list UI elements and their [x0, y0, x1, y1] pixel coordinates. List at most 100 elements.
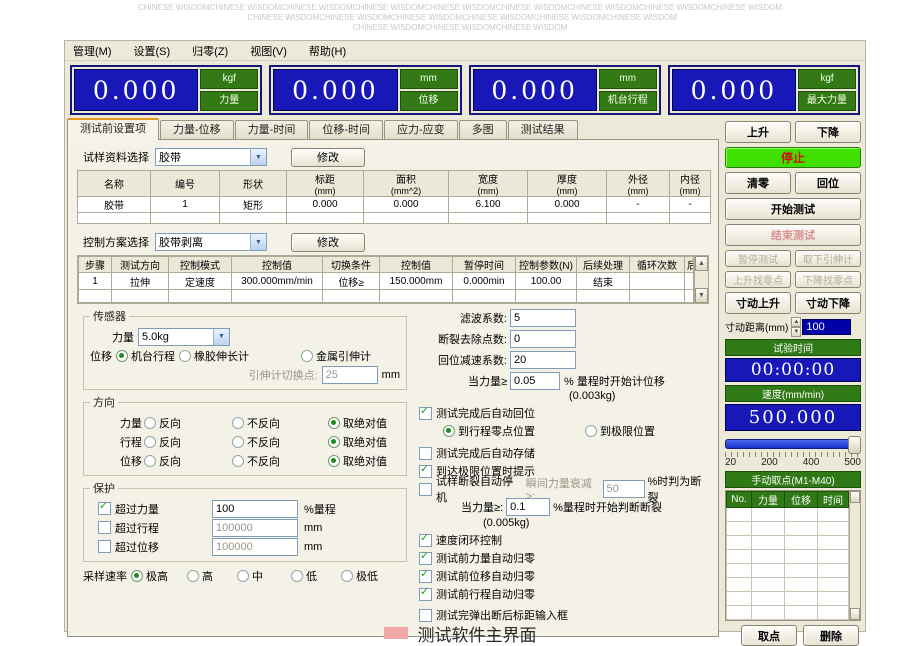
radio-rate-high[interactable]: 高 [187, 568, 233, 584]
return-decel-input[interactable] [510, 350, 576, 369]
radio-label: 到行程零点位置 [458, 426, 535, 438]
radio-rate-very-high[interactable]: 极高 [131, 568, 183, 584]
manual-table-empty-row [726, 591, 849, 606]
down-button[interactable]: 下降 [795, 121, 861, 143]
radio-label: 反向 [159, 455, 181, 468]
slider-track[interactable] [725, 439, 861, 449]
break-remove-input[interactable] [510, 329, 576, 348]
checkbox-over-stroke[interactable]: 超过行程 [98, 520, 208, 536]
force-label-badge: 力量 [200, 91, 259, 111]
sample-select-combo[interactable]: 胶带 ▼ [155, 148, 267, 166]
radio-disp-absolute[interactable]: 取绝对值 [328, 453, 387, 469]
slider-thumb[interactable] [848, 436, 861, 454]
checkbox-over-disp[interactable]: 超过位移 [98, 539, 208, 555]
spin-down-icon[interactable]: ▼ [791, 326, 802, 337]
menu-help[interactable]: 帮助(H) [309, 43, 346, 59]
checkbox-zero-stroke[interactable]: 测试前行程自动归零 [419, 586, 535, 602]
radio-force-reverse[interactable]: 反向 [144, 415, 228, 431]
radio-stroke-reverse[interactable]: 反向 [144, 434, 228, 450]
radio-stroke-no-reverse[interactable]: 不反向 [232, 434, 324, 450]
disp-start-input[interactable] [510, 371, 560, 390]
radio-metal-extensometer[interactable]: 金属引伸计 [301, 348, 371, 364]
return-button[interactable]: 回位 [795, 171, 861, 194]
checkbox-icon [419, 533, 432, 547]
over-force-unit: %量程 [304, 503, 336, 516]
scroll-up-icon[interactable]: ▲ [695, 256, 708, 271]
menu-manage[interactable]: 管理(M) [73, 43, 112, 59]
up-button[interactable]: 上升 [725, 121, 791, 143]
break-stop-input[interactable] [602, 480, 645, 498]
checkbox-auto-return[interactable]: 测试完成后自动回位 [419, 405, 535, 421]
jog-distance-input[interactable]: 100 [802, 318, 852, 335]
radio-machine-stroke[interactable]: 机台行程 [116, 348, 175, 364]
checkbox-speed-loop[interactable]: 速度闭环控制 [419, 532, 502, 548]
menu-zero[interactable]: 归零(Z) [192, 43, 228, 59]
sample-table-row[interactable]: 胶带 1 矩形 0.000 0.000 6.100 0.000 - - [77, 196, 711, 213]
radio-label: 取绝对值 [343, 417, 387, 430]
tab-pretest-settings[interactable]: 测试前设置项 [67, 118, 159, 140]
start-test-button[interactable]: 开始测试 [725, 197, 861, 220]
radio-stroke-absolute[interactable]: 取绝对值 [328, 434, 387, 450]
extensometer-switch-input[interactable] [321, 365, 378, 384]
up-find-zero-button[interactable]: 上升找零点 [725, 270, 791, 288]
col-time: 时间 [817, 491, 849, 508]
menu-settings[interactable]: 设置(S) [134, 43, 171, 59]
clear-zero-button[interactable]: 清零 [725, 171, 791, 194]
radio-disp-reverse[interactable]: 反向 [144, 453, 228, 469]
scheme-table-row[interactable]: 1 拉伸 定速度 300.000mm/min 位移≥ 150.000mm 0.0… [78, 272, 695, 290]
radio-disp-no-reverse[interactable]: 不反向 [232, 453, 324, 469]
scheme-table-scrollbar[interactable]: ▲ ▼ [694, 256, 708, 303]
radio-to-zero-position[interactable]: 到行程零点位置 [443, 423, 559, 439]
over-force-input[interactable] [212, 499, 298, 518]
scroll-down-icon[interactable]: ▼ [695, 288, 708, 303]
manual-table-scrollbar[interactable] [849, 491, 860, 620]
stop-button[interactable]: 停止 [725, 147, 861, 168]
tab-stress-strain[interactable]: 应力-应变 [384, 120, 458, 139]
chevron-down-icon: ▼ [213, 328, 229, 345]
over-stroke-input[interactable] [212, 518, 298, 537]
control-panel: 上升 下降 停止 清零 回位 开始测试 结束测试 暂停测试 取下引伸计 上升找零… [719, 118, 865, 646]
down-find-zero-button[interactable]: 下降找零点 [795, 270, 861, 288]
spin-up-icon[interactable]: ▲ [791, 316, 802, 327]
scheme-select-combo[interactable]: 胶带剥离 ▼ [155, 233, 267, 251]
jog-distance-spinner[interactable]: ▲ ▼ [791, 316, 802, 337]
force-sensor-combo[interactable]: 5.0kg ▼ [138, 327, 230, 346]
radio-force-absolute[interactable]: 取绝对值 [328, 415, 387, 431]
radio-to-limit-position[interactable]: 到极限位置 [585, 423, 655, 439]
pause-test-button[interactable]: 暂停测试 [725, 249, 791, 267]
jog-up-button[interactable]: 寸动上升 [725, 291, 791, 314]
over-disp-input[interactable] [212, 537, 298, 556]
radio-rubber-extensometer[interactable]: 橡胶伸长计 [179, 348, 249, 364]
remove-extensometer-button[interactable]: 取下引伸计 [795, 249, 861, 267]
radio-rate-very-low[interactable]: 极低 [341, 568, 378, 584]
menu-view[interactable]: 视图(V) [250, 43, 287, 59]
tab-test-result[interactable]: 测试结果 [507, 120, 578, 139]
speed-header: 速度(mm/min) [725, 385, 861, 403]
sample-modify-button[interactable]: 修改 [291, 147, 365, 167]
tab-displacement-time[interactable]: 位移-时间 [309, 120, 384, 139]
scheme-modify-button[interactable]: 修改 [291, 232, 365, 252]
checkbox-over-force[interactable]: 超过力量 [98, 501, 208, 517]
end-test-button[interactable]: 结束测试 [725, 223, 861, 246]
checkbox-zero-force[interactable]: 测试前力量自动归零 [419, 550, 535, 566]
tab-force-time[interactable]: 力量-时间 [234, 120, 309, 139]
tab-multi-chart[interactable]: 多图 [458, 120, 507, 139]
force-sensor-value: 5.0kg [142, 330, 169, 343]
filter-coef-input[interactable] [510, 308, 576, 327]
radio-rate-medium[interactable]: 中 [237, 568, 287, 584]
scroll-down-icon[interactable] [850, 608, 860, 620]
checkbox-zero-disp[interactable]: 测试前位移自动归零 [419, 568, 535, 584]
scheme-table-header-row: 步骤 测试方向 控制模式 控制值 切换条件 控制值 暂停时间 控制参数(N) 后… [78, 256, 695, 273]
jog-down-button[interactable]: 寸动下降 [795, 291, 861, 314]
checkbox-auto-save[interactable]: 测试完成后自动存储 [419, 445, 535, 461]
slider-tick-label: 20 [725, 457, 737, 468]
break-judge-input[interactable] [506, 498, 551, 516]
scroll-up-icon[interactable] [850, 491, 860, 503]
displacement-value-display: 0.000 [273, 69, 398, 111]
radio-rate-low[interactable]: 低 [291, 568, 337, 584]
work-area: 测试前设置项 力量-位移 力量-时间 位移-时间 应力-应变 多图 测试结果 试… [65, 118, 719, 646]
radio-force-no-reverse[interactable]: 不反向 [232, 415, 324, 431]
tab-force-displacement[interactable]: 力量-位移 [160, 120, 234, 139]
speed-slider[interactable] [725, 436, 861, 454]
radio-icon [328, 454, 340, 467]
